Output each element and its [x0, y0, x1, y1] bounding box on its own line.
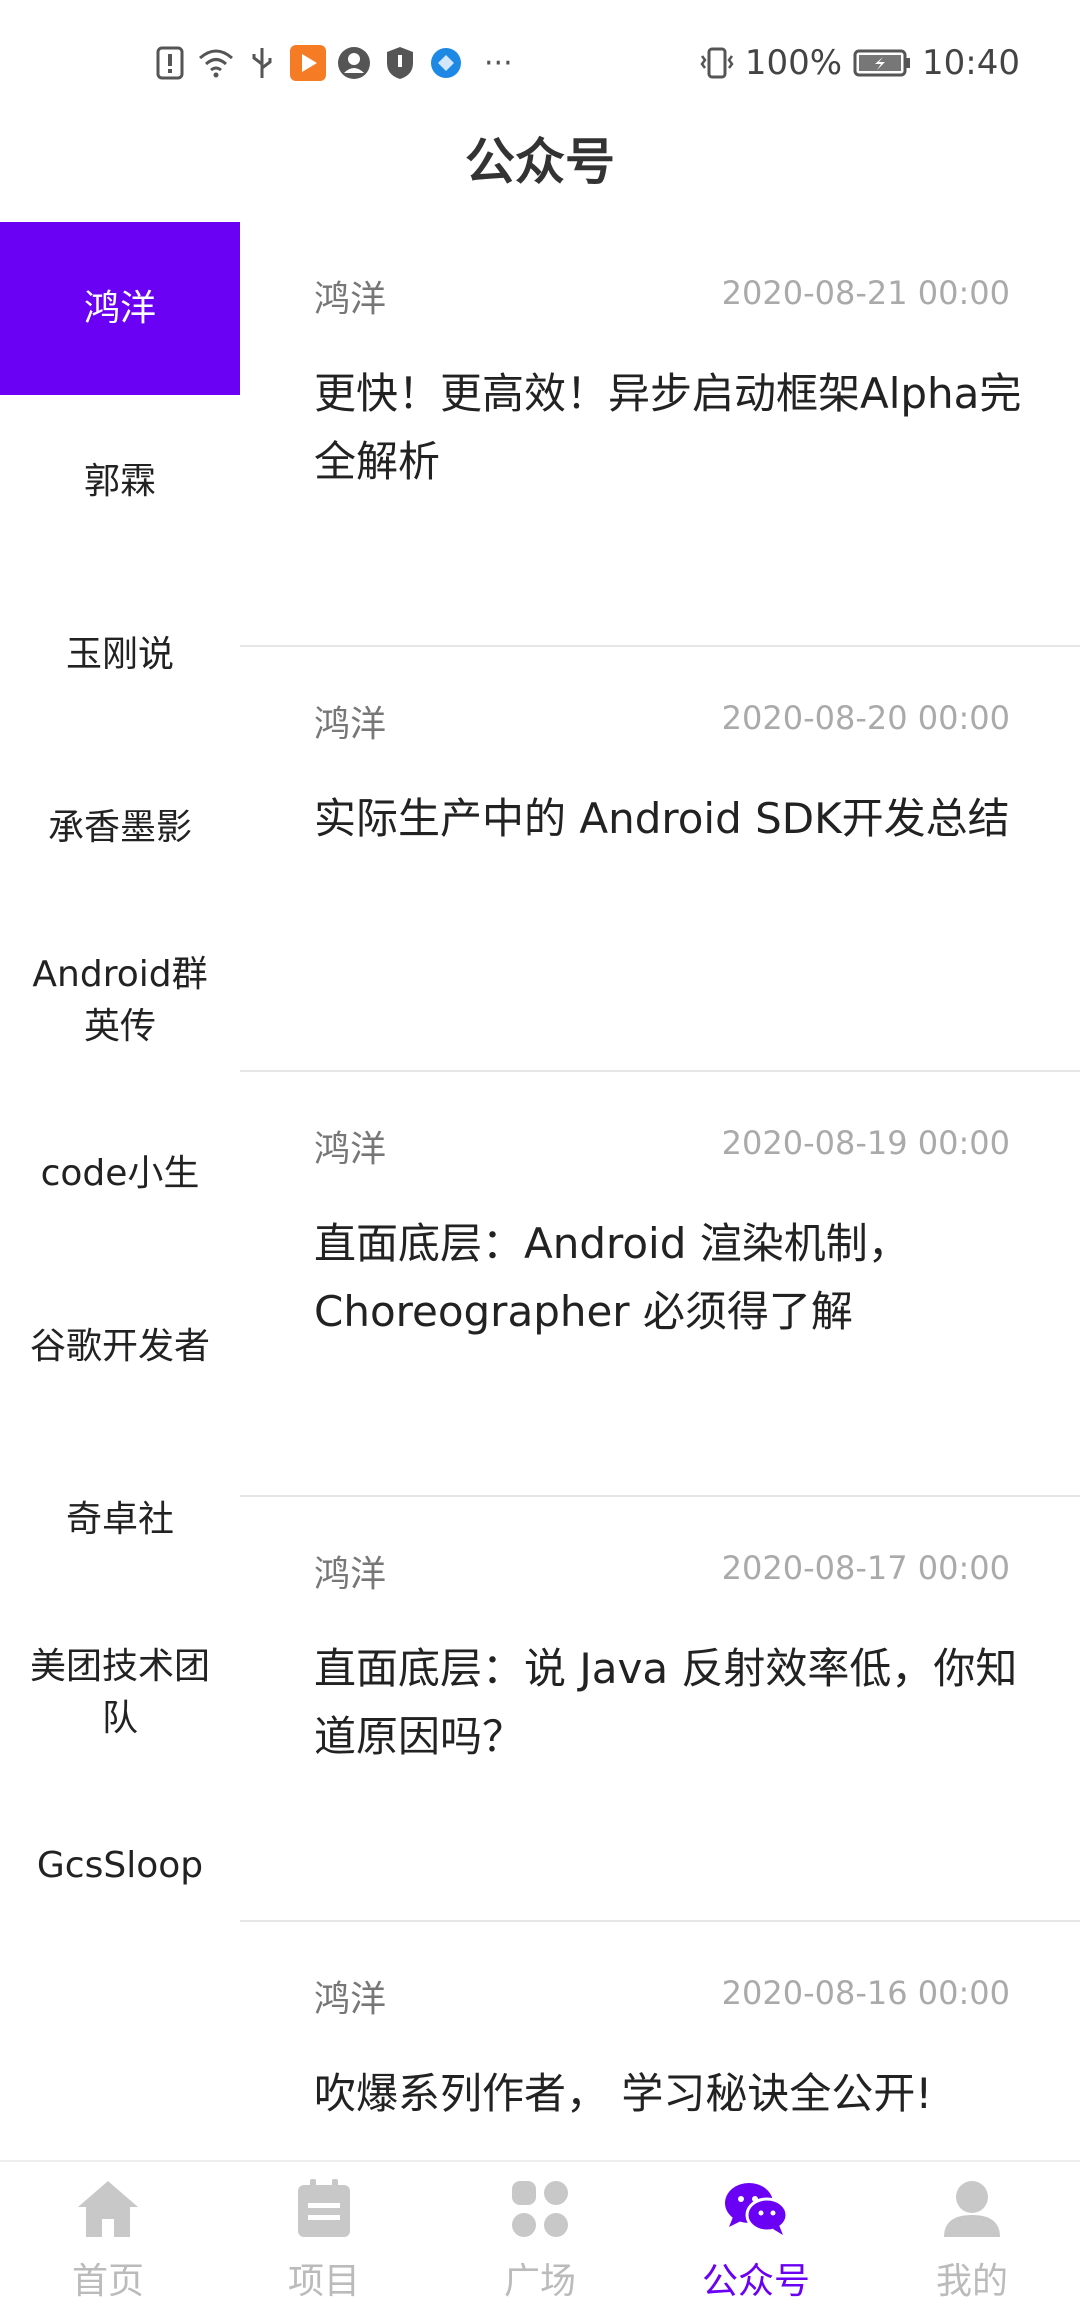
article-author: 鸿洋: [314, 1979, 387, 2020]
nav-label: 我的: [935, 2261, 1008, 2302]
more-status-icon: ···: [484, 45, 513, 81]
status-icons-left: ···: [152, 38, 513, 88]
article-date: 2020-08-21 00:00: [721, 274, 1010, 312]
profile-icon: [937, 2174, 1007, 2244]
nav-item-home[interactable]: 首页: [0, 2162, 216, 2310]
article-list: 鸿洋 2020-08-21 00:00 更快！更高效！异步启动框架Alpha完全…: [240, 222, 1080, 2160]
sidebar-item-meituan-tech[interactable]: 美团技术团队: [0, 1606, 240, 1779]
usb-icon: [244, 45, 280, 81]
article-author: 鸿洋: [314, 1554, 387, 1595]
alert-icon: [152, 45, 188, 81]
article-date: 2020-08-17 00:00: [721, 1549, 1010, 1587]
article-title: 直面底层：Android 渲染机制，Choreographer 必须得了解: [314, 1219, 910, 1336]
article-date: 2020-08-16 00:00: [721, 1974, 1010, 2012]
article-author: 鸿洋: [314, 279, 387, 320]
article-date: 2020-08-20 00:00: [721, 699, 1010, 737]
clock: 10:40: [922, 43, 1020, 83]
article-author: 鸿洋: [314, 704, 387, 745]
project-icon: [289, 2174, 359, 2244]
nav-label: 项目: [287, 2261, 360, 2302]
article-title: 直面底层：说 Java 反射效率低，你知道原因吗？: [314, 1644, 1018, 1761]
article-title: 更快！更高效！异步启动框架Alpha完全解析: [314, 369, 1022, 486]
nav-item-wechat[interactable]: 公众号: [648, 2162, 864, 2310]
sidebar-item-more[interactable]: [0, 1952, 240, 2125]
page-title: 公众号: [465, 133, 615, 191]
sidebar-item-gcssloop[interactable]: GcsSloop: [0, 1779, 240, 1952]
nav-label: 首页: [71, 2261, 144, 2302]
article-date: 2020-08-19 00:00: [721, 1124, 1010, 1162]
sidebar-item-yugangshuo[interactable]: 玉刚说: [0, 568, 240, 741]
nav-label: 广场: [503, 2261, 576, 2302]
battery-icon: [852, 45, 912, 81]
square-icon: [505, 2174, 575, 2244]
article-title: 实际生产中的 Android SDK开发总结: [314, 794, 1010, 843]
article-item[interactable]: 鸿洋 2020-08-21 00:00 更快！更高效！异步启动框架Alpha完全…: [240, 222, 1080, 647]
vibrate-icon: [699, 45, 735, 81]
article-item[interactable]: 鸿洋 2020-08-16 00:00 吹爆系列作者， 学习秘诀全公开!: [240, 1922, 1080, 2160]
article-item[interactable]: 鸿洋 2020-08-17 00:00 直面底层：说 Java 反射效率低，你知…: [240, 1497, 1080, 1922]
sidebar-item-qizhuoshe[interactable]: 奇卓社: [0, 1433, 240, 1606]
sidebar-item-hongyang[interactable]: 鸿洋: [0, 222, 240, 395]
nav-item-square[interactable]: 广场: [432, 2162, 648, 2310]
article-title: 吹爆系列作者， 学习秘诀全公开!: [314, 2069, 933, 2118]
video-app-icon: [290, 45, 326, 81]
status-bar: ··· 100% 10:40: [0, 0, 1080, 120]
sidebar-item-chengxiangmoying[interactable]: 承香墨影: [0, 741, 240, 914]
sidebar-item-google-developers[interactable]: 谷歌开发者: [0, 1260, 240, 1433]
author-sidebar: 鸿洋 郭霖 玉刚说 承香墨影 Android群英传 code小生 谷歌开发者 奇…: [0, 222, 240, 2160]
browser-icon: [428, 45, 464, 81]
nav-item-project[interactable]: 项目: [216, 2162, 432, 2310]
article-item[interactable]: 鸿洋 2020-08-20 00:00 实际生产中的 Android SDK开发…: [240, 647, 1080, 1072]
article-item[interactable]: 鸿洋 2020-08-19 00:00 直面底层：Android 渲染机制，Ch…: [240, 1072, 1080, 1497]
bottom-nav: 首页 项目 广场 公众号 我的: [0, 2160, 1080, 2310]
assistant-icon: [336, 45, 372, 81]
nav-item-profile[interactable]: 我的: [864, 2162, 1080, 2310]
wifi-icon: [198, 45, 234, 81]
wechat-icon: [721, 2174, 791, 2244]
sidebar-item-android-qunyingzhuan[interactable]: Android群英传: [0, 914, 240, 1087]
battery-percent: 100%: [744, 43, 843, 83]
status-icons-right: 100% 10:40: [699, 38, 1020, 88]
shield-icon: [382, 45, 418, 81]
sidebar-item-code-xiaosheng[interactable]: code小生: [0, 1087, 240, 1260]
sidebar-item-guolin[interactable]: 郭霖: [0, 395, 240, 568]
article-author: 鸿洋: [314, 1129, 387, 1170]
home-icon: [73, 2174, 143, 2244]
nav-label: 公众号: [701, 2261, 810, 2302]
